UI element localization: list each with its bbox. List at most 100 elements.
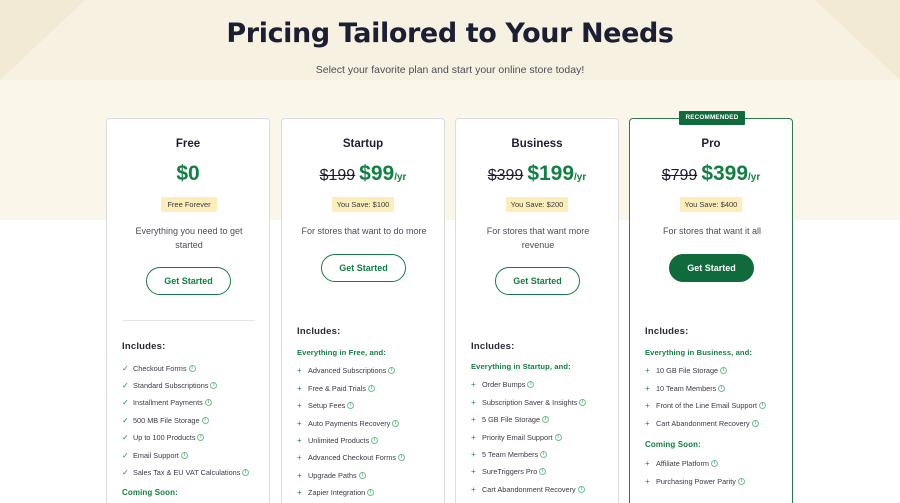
feature-label: Unlimited Products (308, 435, 370, 445)
info-icon[interactable]: i (720, 366, 728, 374)
info-icon[interactable]: i (180, 451, 188, 459)
plus-icon: + (297, 418, 302, 428)
feature-item: + Priority Email Support i (471, 431, 616, 443)
feature-item: + Order Bumps i (471, 378, 616, 390)
info-icon[interactable]: i (204, 398, 212, 406)
plus-icon: + (645, 400, 650, 410)
check-icon: ✓ (122, 467, 129, 477)
feature-item: + Upgrade Paths i (297, 469, 442, 481)
get-started-button-startup[interactable]: Get Started (321, 254, 406, 282)
current-price: $0 (176, 162, 200, 185)
info-icon[interactable]: i (392, 419, 400, 427)
feature-label: Cart Abandonment Recovery (656, 418, 750, 428)
feature-label: Installment Payments (133, 397, 203, 407)
get-started-button-pro[interactable]: Get Started (669, 254, 754, 282)
plus-icon: + (471, 466, 476, 476)
plus-icon: + (297, 487, 302, 497)
info-icon[interactable]: i (711, 459, 718, 467)
feature-item: + Setup Fees i (297, 399, 442, 411)
feature-item: + Unlimited Products i (297, 434, 442, 446)
feature-label: Upgrade Paths (308, 470, 357, 480)
feature-item: + Cart Abandonment Recovery i (471, 483, 616, 495)
price-unit: /yr (394, 172, 407, 183)
info-icon[interactable]: i (201, 416, 209, 424)
feature-label: Subscription Saver & Insights (482, 397, 578, 407)
info-icon[interactable]: i (371, 436, 379, 444)
info-icon[interactable]: i (368, 384, 375, 392)
feature-label: 10 Team Members (656, 383, 717, 393)
check-icon: ✓ (122, 450, 129, 460)
coming-soon-heading: Coming Soon: (645, 440, 701, 449)
plan-name: Startup (342, 138, 384, 150)
feature-label: 500 MB File Storage (133, 415, 200, 425)
feature-label: Front of the Line Email Support (656, 400, 757, 410)
info-icon[interactable]: i (759, 401, 766, 409)
plan-card-free: Free $0 Free Forever Everything you need… (106, 118, 270, 503)
plan-card-pro: RECOMMENDED Pro $799 $399/yr You Save: $4… (629, 111, 793, 503)
includes-heading: Includes: (645, 326, 689, 337)
current-price: $399 (701, 162, 749, 185)
feature-label: Checkout Forms (133, 363, 187, 373)
feature-item: ✓ Checkout Forms i (122, 362, 267, 374)
inherited-features-label: Everything in Business, and: (645, 348, 753, 357)
plan-card-business: Business $399 $199/yr You Save: $200 For … (455, 118, 619, 503)
plan-name: Business (511, 138, 563, 150)
feature-item: +5 Team Members i (471, 448, 616, 460)
inherited-features-label: Everything in Startup, and: (471, 362, 571, 371)
feature-label: 5 Team Members (482, 449, 539, 459)
savings-badge: You Save: $200 (506, 197, 568, 212)
plus-icon: + (471, 484, 476, 494)
info-icon[interactable]: i (579, 398, 587, 406)
plus-icon: + (297, 435, 302, 445)
plus-icon: + (645, 418, 650, 428)
info-icon[interactable]: i (347, 401, 355, 409)
info-icon[interactable]: i (367, 488, 375, 496)
feature-item: + SureTriggers Pro i (471, 465, 616, 477)
feature-label: Cart Abandonment Recovery (482, 484, 576, 494)
feature-label: Sales Tax & EU VAT Calculations (133, 467, 241, 477)
info-icon[interactable]: i (358, 471, 366, 479)
feature-item: +5 GB File Storage i (471, 413, 616, 425)
plus-icon: + (297, 383, 302, 393)
plus-icon: + (471, 432, 476, 442)
plan-description: For stores that want it all (662, 226, 762, 236)
price: $0 (107, 162, 269, 186)
savings-badge: You Save: $100 (332, 197, 394, 212)
info-icon[interactable]: i (539, 467, 547, 475)
current-price: $199 (527, 162, 575, 185)
current-price: $99 (359, 162, 395, 185)
info-icon[interactable]: i (398, 453, 406, 461)
info-icon[interactable]: i (388, 366, 396, 374)
info-icon[interactable]: i (188, 364, 196, 372)
feature-label: Order Bumps (482, 379, 526, 389)
recommended-badge: RECOMMENDED (679, 111, 745, 125)
info-icon[interactable]: i (577, 485, 585, 493)
info-icon[interactable]: i (542, 415, 549, 423)
info-icon[interactable]: i (751, 419, 759, 427)
price: $799 $399/yr (630, 162, 792, 186)
check-icon: ✓ (122, 363, 129, 373)
feature-item: ✓ 500 MB File Storage i (122, 414, 267, 426)
plus-icon: + (645, 476, 650, 486)
info-icon[interactable]: i (527, 380, 535, 388)
get-started-button-business[interactable]: Get Started (495, 267, 580, 295)
info-icon[interactable]: i (242, 468, 250, 476)
feature-item: + Free & Paid Trials i (297, 382, 442, 394)
info-icon[interactable]: i (197, 433, 205, 441)
feature-item: ✓ Standard Subscriptions i (122, 379, 267, 391)
feature-item: + Cart Abandonment Recovery i (645, 417, 790, 429)
includes-heading: Includes: (122, 341, 166, 352)
info-icon[interactable]: i (210, 381, 218, 389)
info-icon[interactable]: i (554, 433, 562, 441)
feature-item: + Zapier Integration i (297, 486, 442, 498)
info-icon[interactable]: i (718, 384, 726, 392)
get-started-button-free[interactable]: Get Started (146, 267, 231, 295)
feature-label: Purchasing Power Parity (656, 476, 736, 486)
feature-item: ✓ Up to 100 Products i (122, 431, 267, 443)
check-icon: ✓ (122, 380, 129, 390)
info-icon[interactable]: i (540, 450, 548, 458)
feature-label: Auto Payments Recovery (308, 418, 391, 428)
info-icon[interactable]: i (737, 477, 745, 485)
free-forever-badge: Free Forever (161, 197, 217, 212)
feature-item: ✓ Sales Tax & EU VAT Calculations i (122, 466, 267, 478)
